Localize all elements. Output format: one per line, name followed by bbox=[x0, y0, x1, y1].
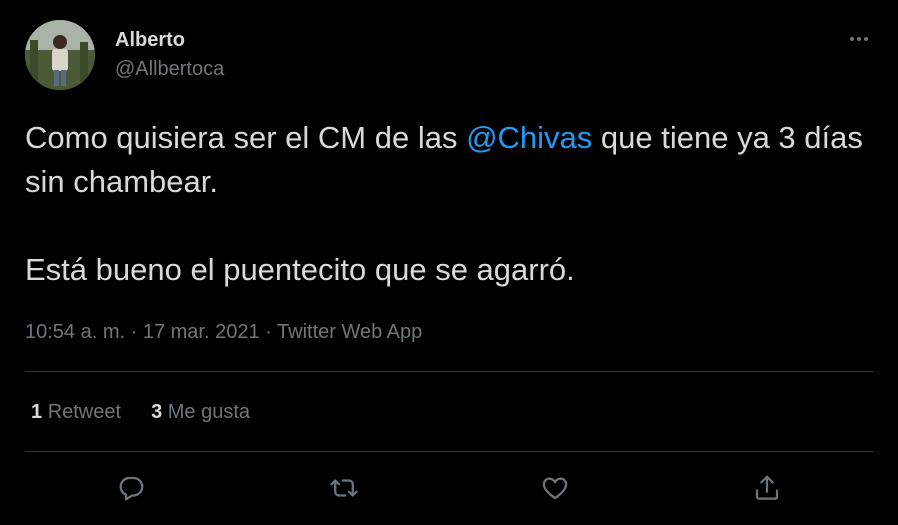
retweet-icon bbox=[330, 479, 358, 497]
share-button[interactable] bbox=[749, 470, 785, 506]
meta-separator: · bbox=[125, 321, 143, 343]
tweet-source[interactable]: Twitter Web App bbox=[277, 321, 422, 343]
likes-label: Me gusta bbox=[167, 401, 251, 423]
meta-separator: · bbox=[259, 321, 278, 343]
author-handle[interactable]: @Allbertoca bbox=[115, 58, 224, 81]
mention-link[interactable]: @Chivas bbox=[466, 120, 592, 155]
tweet-text-line: Está bueno el puentecito que se agarró. bbox=[25, 252, 575, 287]
divider bbox=[25, 371, 874, 372]
retweets-count: 1 bbox=[31, 401, 43, 423]
tweet-time[interactable]: 10:54 a. m. bbox=[25, 321, 125, 343]
heart-icon bbox=[542, 477, 568, 500]
tweet-text: Como quisiera ser el CM de las @Chivas q… bbox=[25, 116, 875, 292]
share-icon bbox=[755, 475, 779, 500]
author-name[interactable]: Alberto bbox=[115, 29, 185, 52]
retweet-button[interactable] bbox=[326, 470, 362, 506]
like-button[interactable] bbox=[537, 470, 573, 506]
reply-button[interactable] bbox=[113, 470, 149, 506]
avatar[interactable] bbox=[25, 20, 95, 90]
tweet-stats: 1 Retweet 3 Me gusta bbox=[31, 401, 250, 424]
likes-stat[interactable]: 3 Me gusta bbox=[151, 401, 250, 424]
tweet-meta: 10:54 a. m. · 17 mar. 2021 · Twitter Web… bbox=[25, 321, 422, 344]
tweet-text-part: Como quisiera ser el CM de las bbox=[25, 120, 467, 155]
retweets-stat[interactable]: 1 Retweet bbox=[31, 401, 121, 424]
avatar-photo bbox=[25, 20, 95, 90]
more-icon[interactable] bbox=[844, 26, 874, 52]
tweet-date[interactable]: 17 mar. 2021 bbox=[143, 321, 260, 343]
likes-count: 3 bbox=[151, 401, 163, 423]
retweets-label: Retweet bbox=[47, 401, 122, 423]
divider bbox=[25, 451, 874, 452]
reply-icon bbox=[119, 476, 144, 501]
